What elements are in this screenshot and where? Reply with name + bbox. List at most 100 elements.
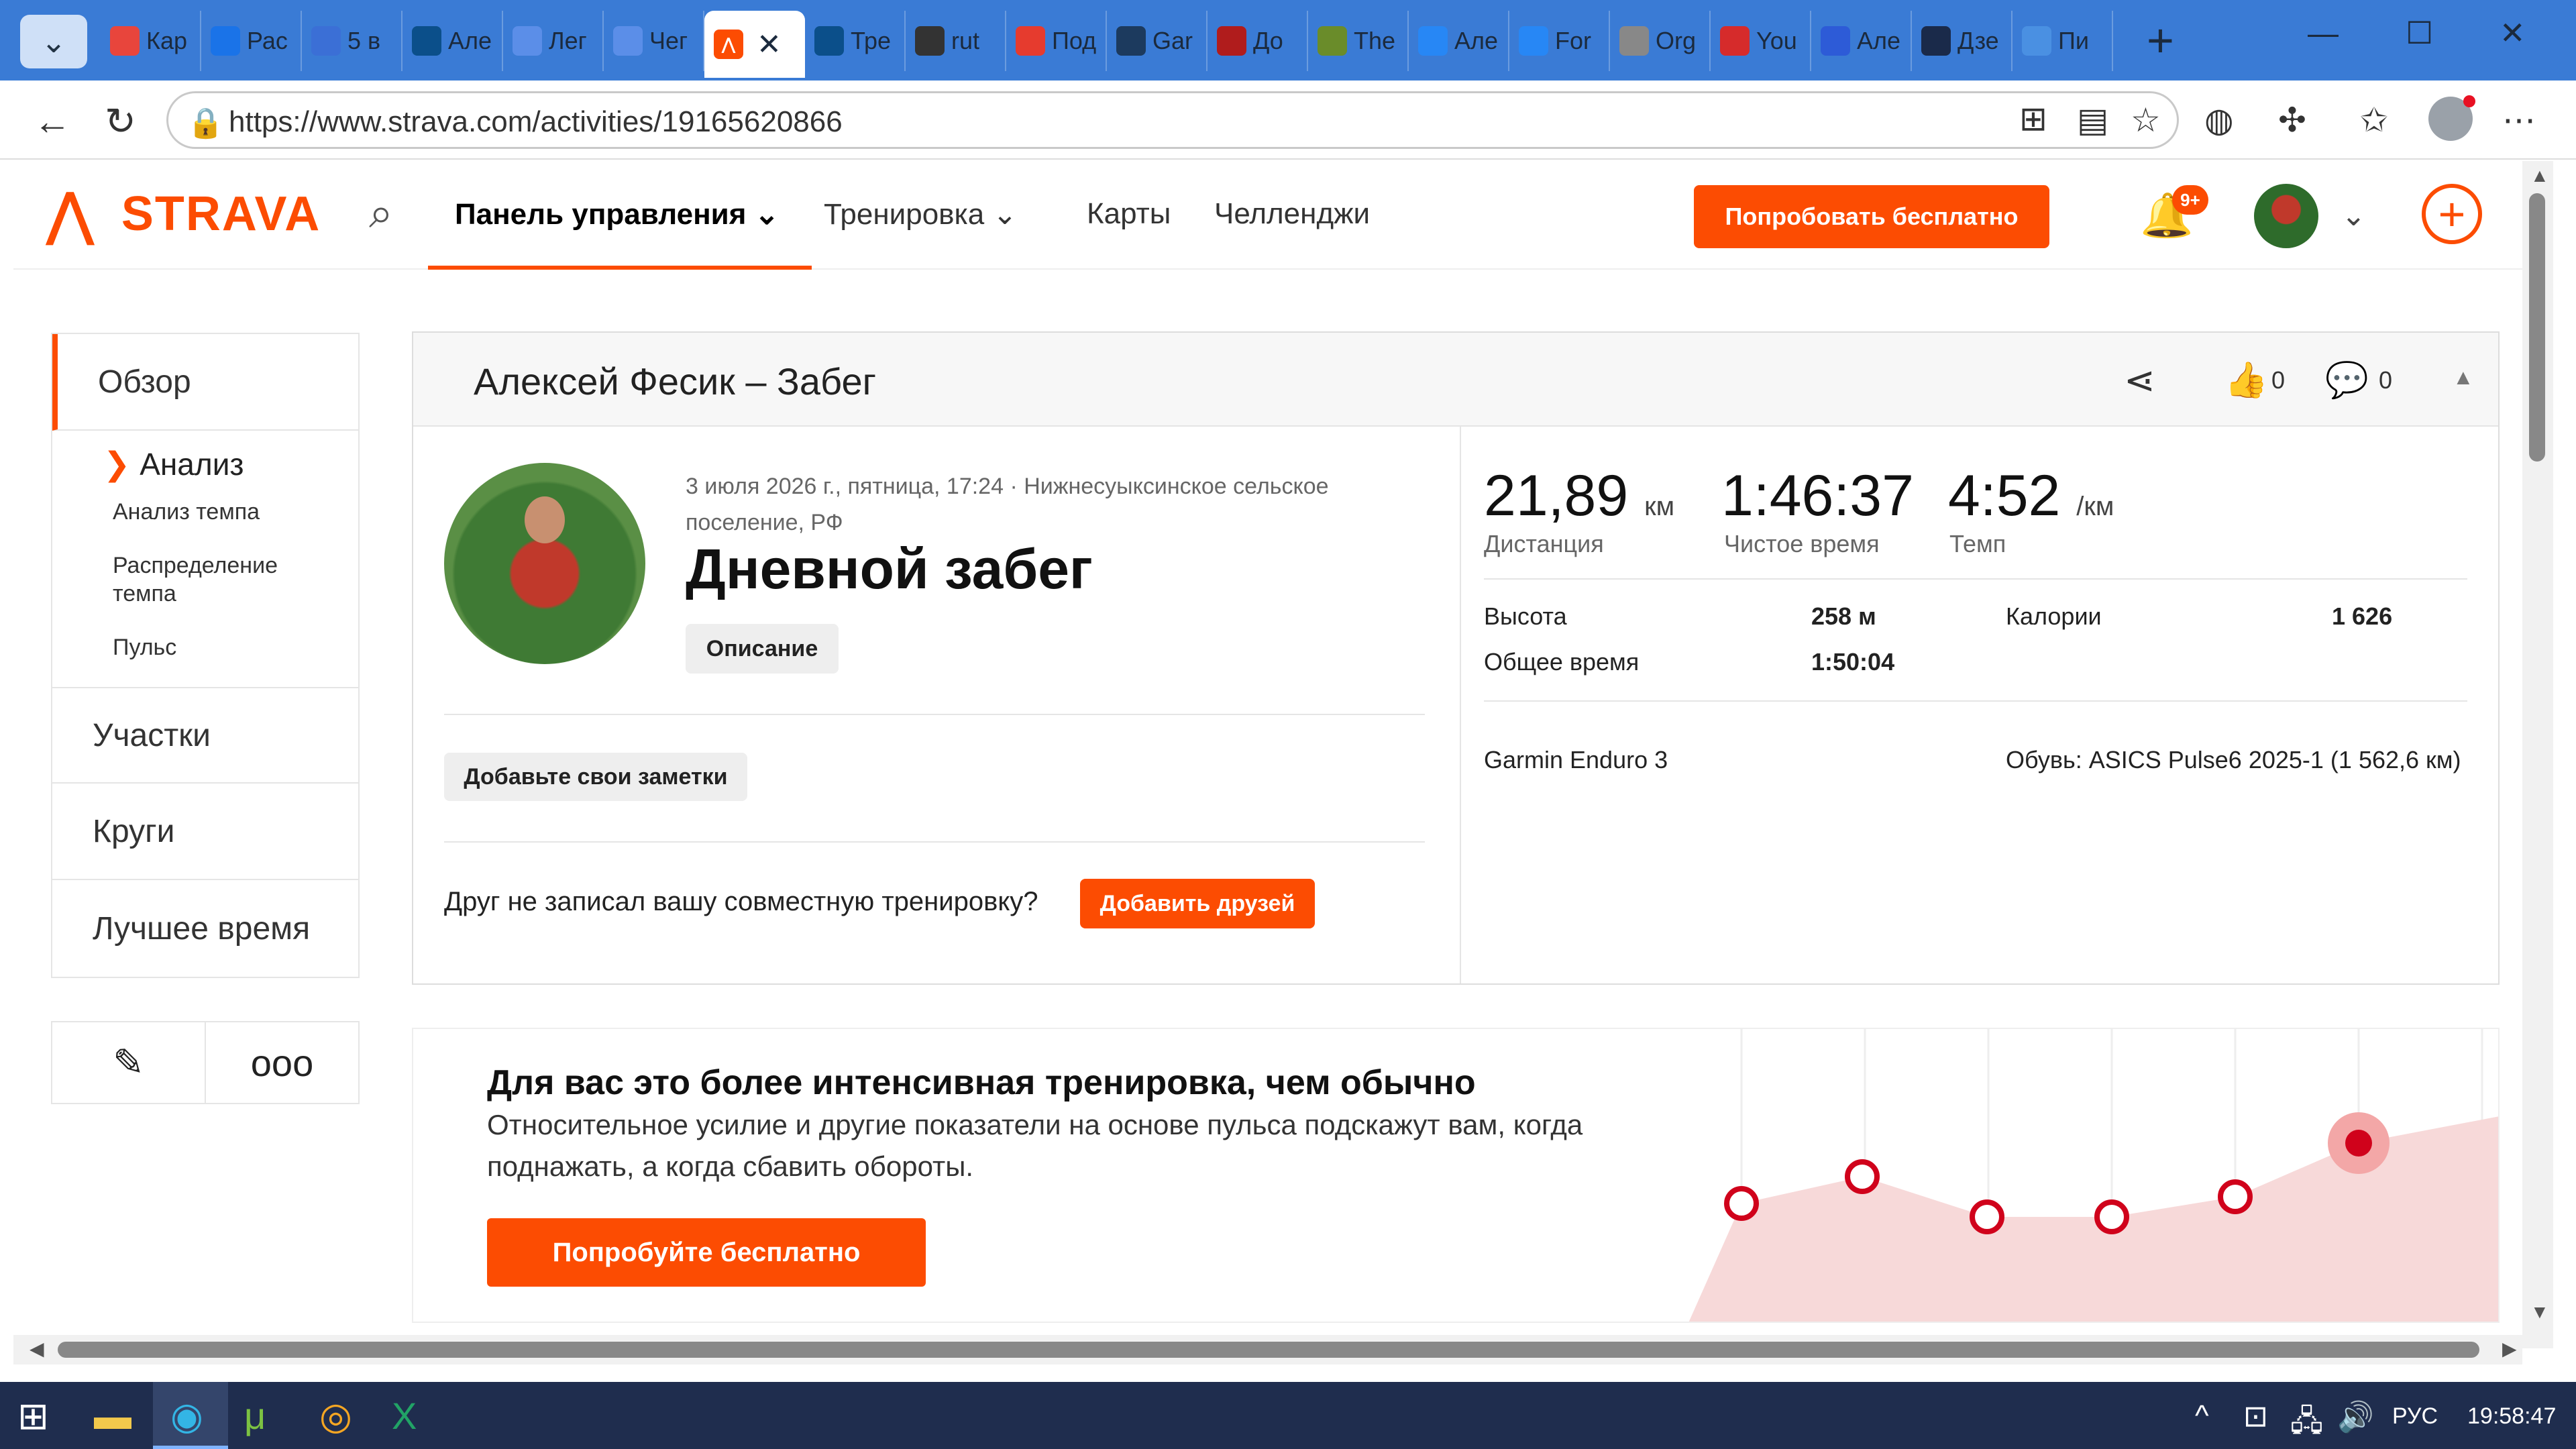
athlete-photo[interactable] — [444, 463, 645, 664]
sidebar-item-pace-analysis[interactable]: Анализ темпа — [52, 498, 358, 526]
browser-tab[interactable]: For — [1509, 11, 1610, 71]
browser-tab[interactable]: Кар — [101, 11, 201, 71]
map-pin-icon — [110, 26, 140, 56]
tab-label: Але — [1454, 27, 1499, 54]
file-explorer-icon[interactable]: ▬ — [94, 1394, 131, 1438]
browser-tab[interactable]: Але — [1811, 11, 1912, 71]
vertical-scrollbar[interactable]: ▲ ▼ — [2522, 161, 2553, 1348]
user-avatar[interactable] — [2254, 184, 2318, 248]
more-options-icon[interactable]: ooo — [206, 1022, 358, 1103]
kudos-count: 0 — [2271, 366, 2286, 394]
address-bar[interactable]: 🔒 https://www.strava.com/activities/1916… — [166, 91, 2179, 149]
url-text[interactable]: https://www.strava.com/activities/191656… — [229, 105, 843, 139]
favorites-icon[interactable]: ✩ — [2360, 101, 2388, 140]
minimize-button[interactable]: — — [2308, 15, 2339, 51]
divider — [1484, 700, 2467, 702]
browser-tab[interactable]: ⋀ ✕ — [704, 11, 805, 78]
nav-maps[interactable]: Карты — [1087, 197, 1171, 231]
browser-tab[interactable]: 5 в — [302, 11, 402, 71]
scroll-down-arrow-icon[interactable]: ▼ — [2530, 1301, 2549, 1323]
moving-time-stat: 1:46:37 — [1721, 464, 1914, 528]
activity-sidebar: Обзор ❯ Анализ Анализ темпа Распределение… — [51, 333, 360, 978]
tab-actions-menu-button[interactable]: ⌄ — [20, 15, 87, 68]
maximize-button[interactable]: ☐ — [2406, 15, 2433, 51]
moving-time-label: Чистое время — [1724, 530, 1880, 557]
browser-tab[interactable]: rut — [906, 11, 1006, 71]
activity-date-location: 3 июля 2026 г., пятница, 17:24 · Нижнесу… — [686, 474, 1329, 535]
network-icon[interactable]: 🖧 — [2290, 1399, 2323, 1449]
clock[interactable]: 19:58:47 — [2467, 1403, 2556, 1430]
sidebar-item-heart-rate[interactable]: Пульс — [52, 633, 358, 661]
browser-tab[interactable]: Пи — [2012, 11, 2113, 71]
edge-icon[interactable]: ◉ — [170, 1394, 203, 1438]
reload-icon[interactable]: ↻ — [105, 99, 136, 144]
browser-tab[interactable]: Чег — [604, 11, 704, 71]
extension-planet-icon[interactable]: ◍ — [2204, 101, 2234, 140]
description-button[interactable]: Описание — [686, 624, 839, 674]
reader-icon[interactable]: ▤ — [2077, 101, 2108, 140]
strava-logo[interactable]: ⋀ STRAVA — [47, 181, 321, 247]
sidebar-item-laps[interactable]: Круги — [52, 784, 358, 880]
strava-header: ⋀ STRAVA ⌕ Панель управления ⌄ Тренировк… — [13, 161, 2522, 270]
add-notes-button[interactable]: Добавьте свои заметки — [444, 753, 747, 801]
scroll-left-arrow-icon[interactable]: ◀ — [30, 1338, 44, 1360]
chart-point — [2218, 1179, 2253, 1214]
sidebar-item-analysis[interactable]: ❯ Анализ — [52, 431, 358, 498]
sidebar-item-best-time[interactable]: Лучшее время — [52, 880, 358, 977]
app-icon[interactable]: ◎ — [319, 1394, 352, 1438]
divider — [444, 714, 1425, 715]
thumbs-up-icon[interactable]: 👍 — [2224, 360, 2268, 400]
tray-device-icon[interactable]: ⊡ — [2243, 1399, 2268, 1434]
excel-icon[interactable]: X — [392, 1394, 417, 1438]
extensions-puzzle-icon[interactable]: ✣ — [2278, 101, 2306, 140]
browser-tab[interactable]: Рас — [201, 11, 302, 71]
horizontal-scroll-thumb[interactable] — [58, 1342, 2479, 1358]
share-icon[interactable]: ⋖ — [2124, 358, 2155, 402]
utorrent-icon[interactable]: μ — [244, 1394, 266, 1438]
back-arrow-icon[interactable]: ← — [34, 99, 71, 143]
browser-tab[interactable]: Але — [1409, 11, 1509, 71]
browser-tab[interactable]: Лег — [503, 11, 604, 71]
close-tab-icon[interactable]: ✕ — [757, 28, 782, 62]
scroll-up-arrow-icon[interactable]: ▲ — [2530, 165, 2549, 186]
browser-tab[interactable]: Тре — [805, 11, 906, 71]
notification-badge: 9+ — [2172, 185, 2208, 215]
favorite-star-icon[interactable]: ☆ — [2131, 101, 2161, 140]
chevron-down-icon[interactable]: ⌄ — [2341, 199, 2366, 233]
browser-tab[interactable]: Але — [402, 11, 503, 71]
comment-icon[interactable]: 💬 — [2325, 360, 2369, 400]
add-friends-button[interactable]: Добавить друзей — [1080, 879, 1315, 928]
browser-tab[interactable]: The — [1308, 11, 1409, 71]
scroll-right-arrow-icon[interactable]: ▶ — [2502, 1338, 2517, 1360]
try-free-button[interactable]: Попробовать бесплатно — [1694, 185, 2049, 248]
tray-chevron-icon[interactable]: ^ — [2195, 1399, 2209, 1433]
add-activity-button[interactable]: + — [2422, 184, 2482, 244]
sidebar-item-pace-distribution[interactable]: Распределение темпа — [52, 551, 278, 608]
horizontal-scrollbar[interactable]: ◀ ▶ — [13, 1335, 2522, 1364]
search-icon[interactable]: ⌕ — [369, 188, 393, 238]
sidebar-item-segments[interactable]: Участки — [52, 687, 358, 784]
collapse-triangle-icon[interactable]: ▲ — [2453, 365, 2474, 390]
apps-icon[interactable]: ⊞ — [2019, 99, 2047, 138]
language-indicator[interactable]: РУС — [2392, 1403, 2438, 1430]
volume-icon[interactable]: 🔊 — [2337, 1399, 2374, 1434]
nav-training[interactable]: Тренировка ⌄ — [824, 197, 1017, 231]
try-free-upsell-button[interactable]: Попробуйте бесплатно — [487, 1218, 926, 1287]
browser-tab[interactable]: Org — [1610, 11, 1711, 71]
tab-label: 5 в — [347, 27, 381, 54]
close-window-button[interactable]: ✕ — [2500, 15, 2526, 51]
more-menu-icon[interactable]: ⋯ — [2502, 101, 2536, 140]
browser-tab[interactable]: До — [1208, 11, 1308, 71]
browser-tab[interactable]: Gar — [1107, 11, 1208, 71]
shoes-info[interactable]: Обувь: ASICS Pulse6 2025-1 (1 562,6 км) — [2006, 746, 2461, 774]
nav-challenges[interactable]: Челленджи — [1214, 197, 1370, 231]
new-tab-button[interactable]: + — [2147, 13, 2174, 67]
vertical-scroll-thumb[interactable] — [2529, 193, 2545, 462]
sidebar-item-overview[interactable]: Обзор — [52, 334, 358, 431]
browser-tab[interactable]: Дзе — [1912, 11, 2012, 71]
browser-tab[interactable]: You — [1711, 11, 1811, 71]
windows-start-icon[interactable]: ⊞ — [17, 1394, 49, 1438]
browser-tab[interactable]: Под — [1006, 11, 1107, 71]
edit-pencil-icon[interactable]: ✎ — [52, 1022, 206, 1103]
nav-dashboard[interactable]: Панель управления ⌄ — [455, 197, 779, 231]
